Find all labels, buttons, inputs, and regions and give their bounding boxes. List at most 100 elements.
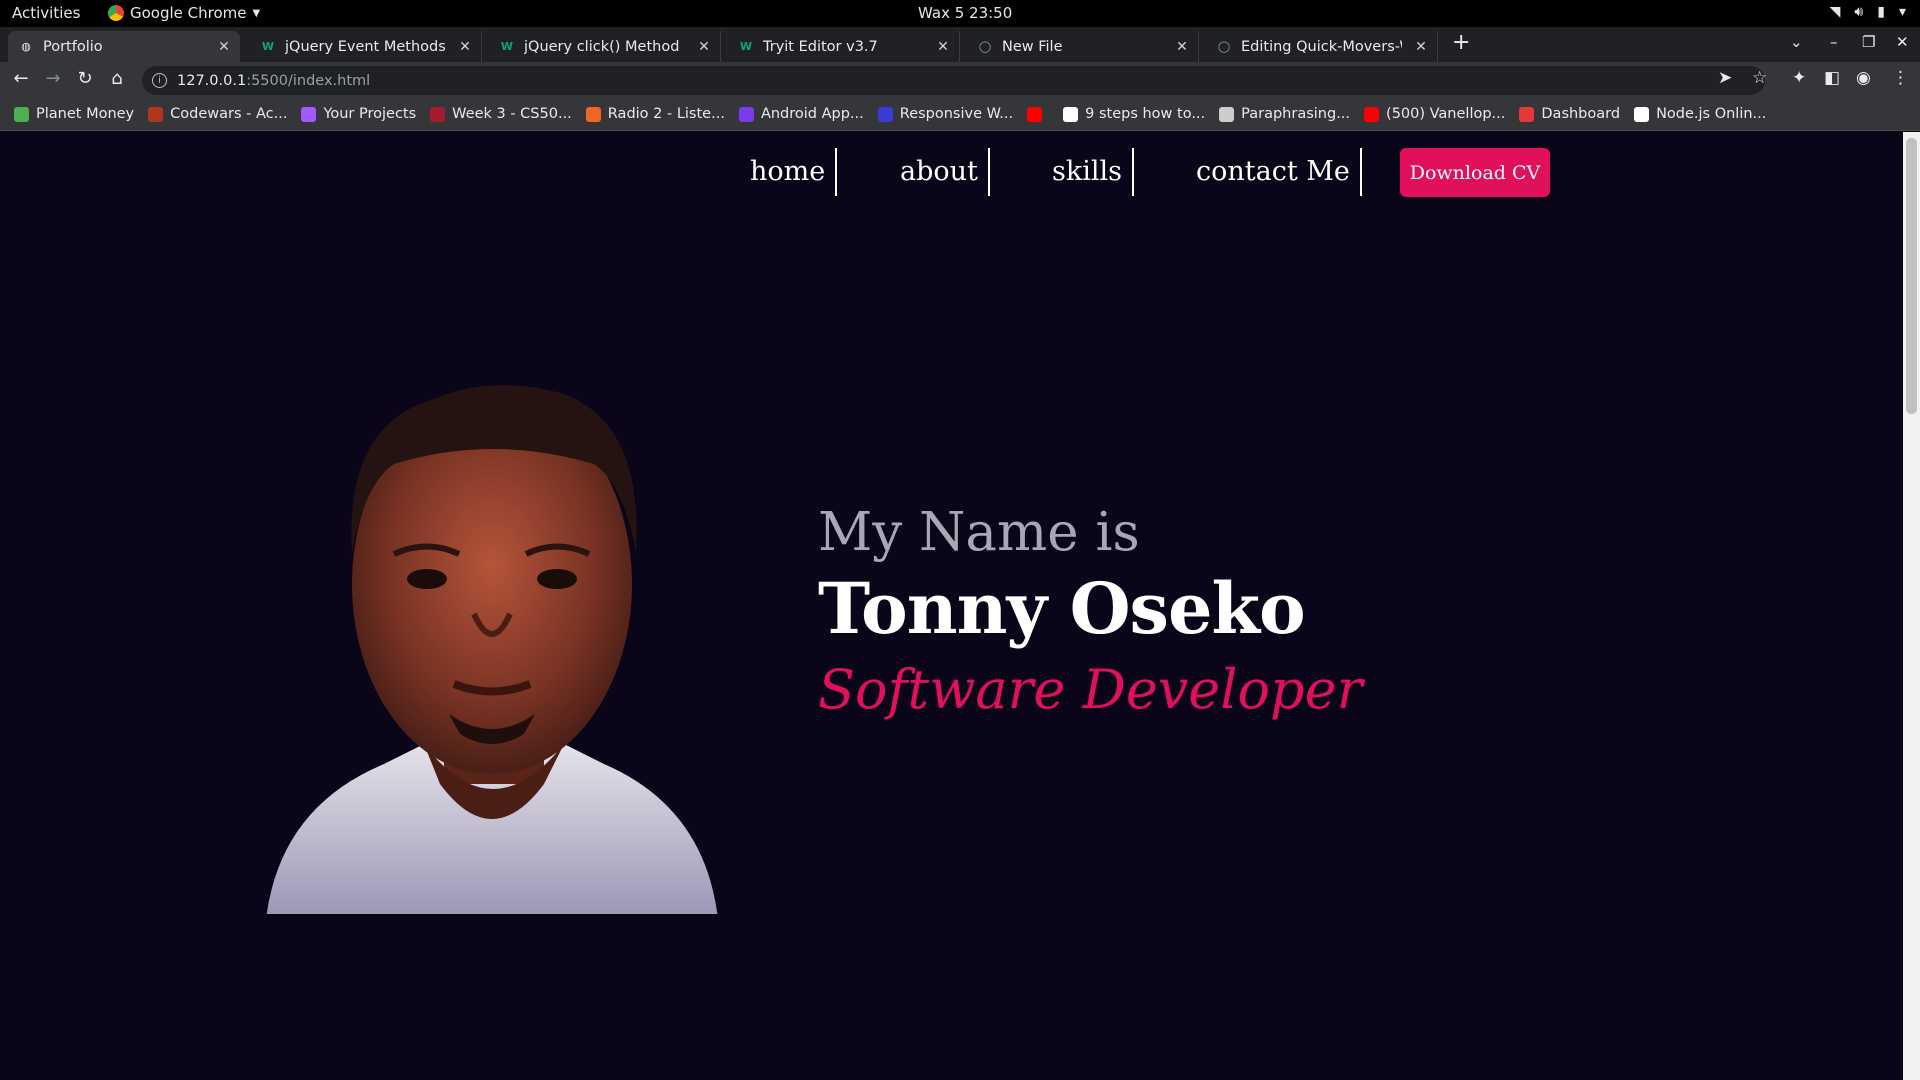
w3schools-icon: W bbox=[500, 40, 514, 53]
browser-toolbar: ← → ↻ ⌂ i 127.0.0.1:5500/index.html ➤ ☆ … bbox=[0, 62, 1920, 98]
bookmark-label: Planet Money bbox=[36, 106, 135, 122]
bookmarks-bar: Planet Money Codewars - Ac... Your Project… bbox=[0, 98, 1920, 131]
clock[interactable]: Wax 5 23:50 bbox=[918, 4, 1012, 22]
bookmark-favicon-icon bbox=[14, 106, 29, 122]
tab-editing-quick-movers[interactable]: ◯ Editing Quick-Movers-We ✕ bbox=[1206, 31, 1438, 62]
system-top-bar: Activities Google Chrome ▼ Wax 5 23:50 ◥… bbox=[0, 0, 1920, 27]
nav-home-link[interactable]: home bbox=[750, 148, 838, 196]
close-icon[interactable]: ✕ bbox=[933, 39, 953, 55]
bookmark-item[interactable]: (500) Vanellop... bbox=[1364, 106, 1505, 122]
hero-name: Tonny Oseko bbox=[818, 567, 1306, 650]
portfolio-page: home about skills contact Me Download CV bbox=[0, 132, 1903, 1080]
bookmark-favicon-icon bbox=[1027, 106, 1043, 122]
battery-icon[interactable]: ▮ bbox=[1877, 4, 1885, 20]
close-icon[interactable]: ✕ bbox=[1172, 39, 1192, 55]
wifi-icon[interactable]: ◥ bbox=[1830, 4, 1841, 20]
tab-title: jQuery click() Method bbox=[524, 38, 680, 55]
back-arrow-icon[interactable]: ← bbox=[9, 68, 33, 89]
tab-search-chevron-icon[interactable]: ⌄ bbox=[1790, 33, 1803, 51]
bookmark-label: Android App... bbox=[760, 106, 864, 122]
tab-title: Tryit Editor v3.7 bbox=[763, 38, 878, 55]
nav-about-link[interactable]: about bbox=[900, 148, 990, 196]
tab-strip: ◍ Portfolio ✕ W jQuery Event Methods ✕ W… bbox=[0, 27, 1920, 62]
bookmark-item[interactable]: Planet Money bbox=[14, 106, 134, 122]
bookmark-item[interactable] bbox=[1027, 106, 1049, 122]
bookmark-label: 9 steps how to... bbox=[1085, 106, 1206, 122]
bookmark-label: Your Projects bbox=[323, 106, 417, 122]
bookmark-label: Codewars - Ac... bbox=[170, 106, 288, 122]
bookmark-label: Week 3 - CS50... bbox=[452, 106, 572, 122]
tab-title: jQuery Event Methods bbox=[285, 38, 446, 55]
send-icon[interactable]: ➤ bbox=[1718, 68, 1732, 88]
bookmark-item[interactable]: Dashboard bbox=[1519, 106, 1620, 122]
home-icon[interactable]: ⌂ bbox=[105, 68, 129, 89]
bookmark-favicon-icon bbox=[1219, 106, 1235, 122]
bookmark-label: Responsive W... bbox=[899, 106, 1014, 122]
volume-icon[interactable]: 🔊︎ bbox=[1854, 4, 1863, 20]
app-name: Google Chrome bbox=[130, 4, 247, 22]
close-icon[interactable]: ✕ bbox=[214, 39, 234, 55]
reload-icon[interactable]: ↻ bbox=[73, 68, 97, 89]
forward-arrow-icon[interactable]: → bbox=[41, 68, 65, 89]
profile-avatar-icon[interactable]: ◉ bbox=[1856, 68, 1871, 88]
window-close-icon[interactable]: ✕ bbox=[1896, 33, 1909, 51]
minimize-icon[interactable]: – bbox=[1830, 33, 1838, 51]
hero-greeting: My Name is bbox=[818, 502, 1140, 563]
hero-text: My Name is Tonny Oseko Software Develope… bbox=[818, 502, 1362, 726]
tab-title: Portfolio bbox=[43, 38, 103, 55]
portrait-mask bbox=[266, 385, 718, 914]
left-eye bbox=[407, 569, 447, 589]
github-icon: ◯ bbox=[1217, 40, 1231, 53]
address-bar[interactable]: i 127.0.0.1:5500/index.html bbox=[142, 66, 1765, 95]
tab-tryit-editor[interactable]: W Tryit Editor v3.7 ✕ bbox=[728, 31, 960, 62]
bookmark-favicon-icon bbox=[877, 106, 893, 122]
close-icon[interactable]: ✕ bbox=[1411, 39, 1431, 55]
w3schools-icon: W bbox=[739, 40, 753, 53]
scrollbar-thumb[interactable] bbox=[1906, 138, 1917, 414]
bookmark-favicon-icon bbox=[1634, 106, 1650, 122]
chevron-down-icon[interactable]: ▾ bbox=[1899, 4, 1906, 20]
bookmark-item[interactable]: Responsive W... bbox=[877, 106, 1014, 122]
bookmark-item[interactable]: Radio 2 - Liste... bbox=[585, 106, 725, 122]
url-host: 127.0.0.1 bbox=[177, 72, 247, 89]
bookmark-star-icon[interactable]: ☆ bbox=[1752, 68, 1767, 88]
profile-photo bbox=[266, 385, 718, 914]
bookmark-favicon-icon bbox=[430, 106, 446, 122]
bookmark-favicon-icon bbox=[585, 106, 601, 122]
bookmark-item[interactable]: Android App... bbox=[738, 106, 864, 122]
extensions-icon[interactable]: ✦ bbox=[1792, 68, 1806, 88]
close-icon[interactable]: ✕ bbox=[455, 39, 475, 55]
bookmark-item[interactable]: 9 steps how to... bbox=[1063, 106, 1205, 122]
side-panel-icon[interactable]: ◧ bbox=[1824, 68, 1840, 88]
menu-kebab-icon[interactable]: ⋮ bbox=[1892, 68, 1909, 88]
app-menu[interactable]: Google Chrome ▼ bbox=[108, 4, 260, 22]
bookmark-label: Paraphrasing... bbox=[1241, 106, 1351, 122]
page-scrollbar[interactable] bbox=[1903, 132, 1920, 1080]
tab-portfolio[interactable]: ◍ Portfolio ✕ bbox=[8, 31, 240, 62]
system-tray[interactable]: ◥ 🔊︎ ▮ ▾ bbox=[1830, 4, 1906, 20]
nav-skills-link[interactable]: skills bbox=[1052, 148, 1134, 196]
tab-jquery-click-method[interactable]: W jQuery click() Method ✕ bbox=[489, 31, 721, 62]
site-info-icon[interactable]: i bbox=[152, 73, 167, 88]
close-icon[interactable]: ✕ bbox=[694, 39, 714, 55]
bookmark-favicon-icon bbox=[301, 106, 317, 122]
bookmark-item[interactable]: Codewars - Ac... bbox=[148, 106, 287, 122]
caret-down-icon: ▼ bbox=[252, 7, 261, 19]
restore-icon[interactable]: ❐ bbox=[1862, 33, 1875, 51]
bookmark-item[interactable]: Your Projects bbox=[301, 106, 416, 122]
tab-new-file[interactable]: ◯ New File ✕ bbox=[967, 31, 1199, 62]
right-eye bbox=[537, 569, 577, 589]
bookmark-item[interactable]: Week 3 - CS50... bbox=[430, 106, 572, 122]
bookmark-label: Dashboard bbox=[1541, 106, 1621, 122]
tab-jquery-event-methods[interactable]: W jQuery Event Methods ✕ bbox=[250, 31, 482, 62]
new-tab-plus-icon[interactable]: + bbox=[1452, 30, 1470, 55]
download-cv-button[interactable]: Download CV bbox=[1400, 148, 1550, 197]
bookmark-label: (500) Vanellop... bbox=[1386, 106, 1506, 122]
tab-title: New File bbox=[1002, 38, 1063, 55]
bookmark-favicon-icon bbox=[148, 106, 164, 122]
activities-button[interactable]: Activities bbox=[12, 4, 80, 22]
bookmark-item[interactable]: Paraphrasing... bbox=[1219, 106, 1350, 122]
nav-contact-link[interactable]: contact Me bbox=[1196, 148, 1362, 196]
hero-role: Software Developer bbox=[818, 658, 1363, 721]
bookmark-item[interactable]: Node.js Onlin... bbox=[1634, 106, 1766, 122]
